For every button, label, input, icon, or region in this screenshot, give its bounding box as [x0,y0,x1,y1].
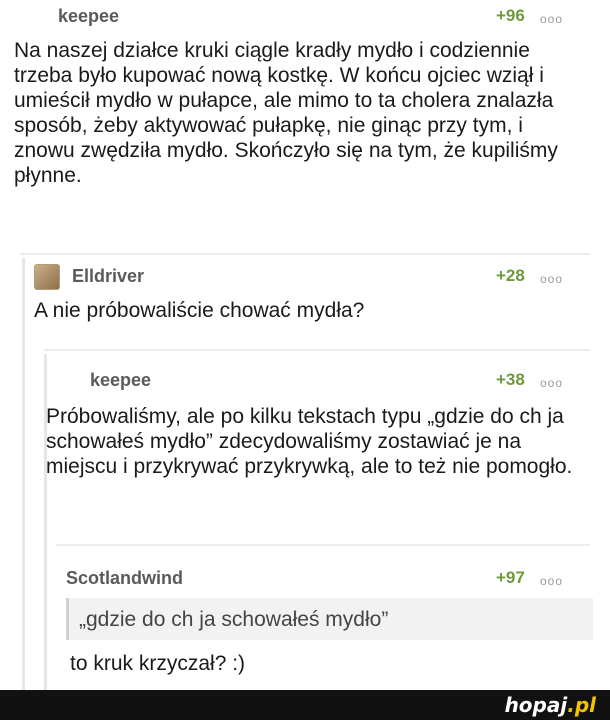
more-options-icon[interactable]: ooo [540,272,563,286]
site-logo[interactable]: hopaj.pl [505,693,596,717]
comment-text: Próbowaliśmy, ale po kilku tekstach typu… [46,405,573,478]
vote-score: +28 [496,266,525,285]
comment-scotlandwind: Scotlandwind +97 ooo [66,566,590,590]
comment-text: Na naszej działce kruki ciągle kradły my… [14,39,558,187]
vote-score: +38 [496,370,525,389]
username[interactable]: Scotlandwind [66,568,183,589]
comment-text: to kruk krzyczał? :) [70,652,246,675]
quote-block: „gdzie do ch ja schowałeś mydło” [66,598,593,640]
comment-elldriver: Elldriver +28 ooo A nie próbowaliście ch… [34,264,590,323]
footer-bar: hopaj.pl [0,690,610,720]
vote-score: +97 [496,568,525,587]
divider [56,544,590,546]
comment-header: keepee +38 ooo [46,368,594,392]
more-options-icon[interactable]: ooo [540,12,563,26]
comment-header: Elldriver +28 ooo [34,264,590,288]
vote-score: +96 [496,6,525,25]
username[interactable]: Elldriver [72,266,144,287]
username[interactable]: keepee [58,6,119,27]
quote-text: „gdzie do ch ja schowałeś mydło” [79,608,389,631]
username[interactable]: keepee [90,370,151,391]
comment-keepee-2: keepee +38 ooo Próbowaliśmy, ale po kilk… [46,368,594,479]
divider [20,253,590,255]
comment-header: keepee +96 ooo [14,4,594,28]
more-options-icon[interactable]: ooo [540,574,563,588]
comment-keepee-1: keepee +96 ooo Na naszej działce kruki c… [14,4,594,188]
thread-line-level-1 [22,258,25,690]
divider [44,349,590,351]
comment-text: A nie próbowaliście chować mydła? [34,299,365,322]
more-options-icon[interactable]: ooo [540,376,563,390]
comment-header: Scotlandwind +97 ooo [66,566,590,590]
